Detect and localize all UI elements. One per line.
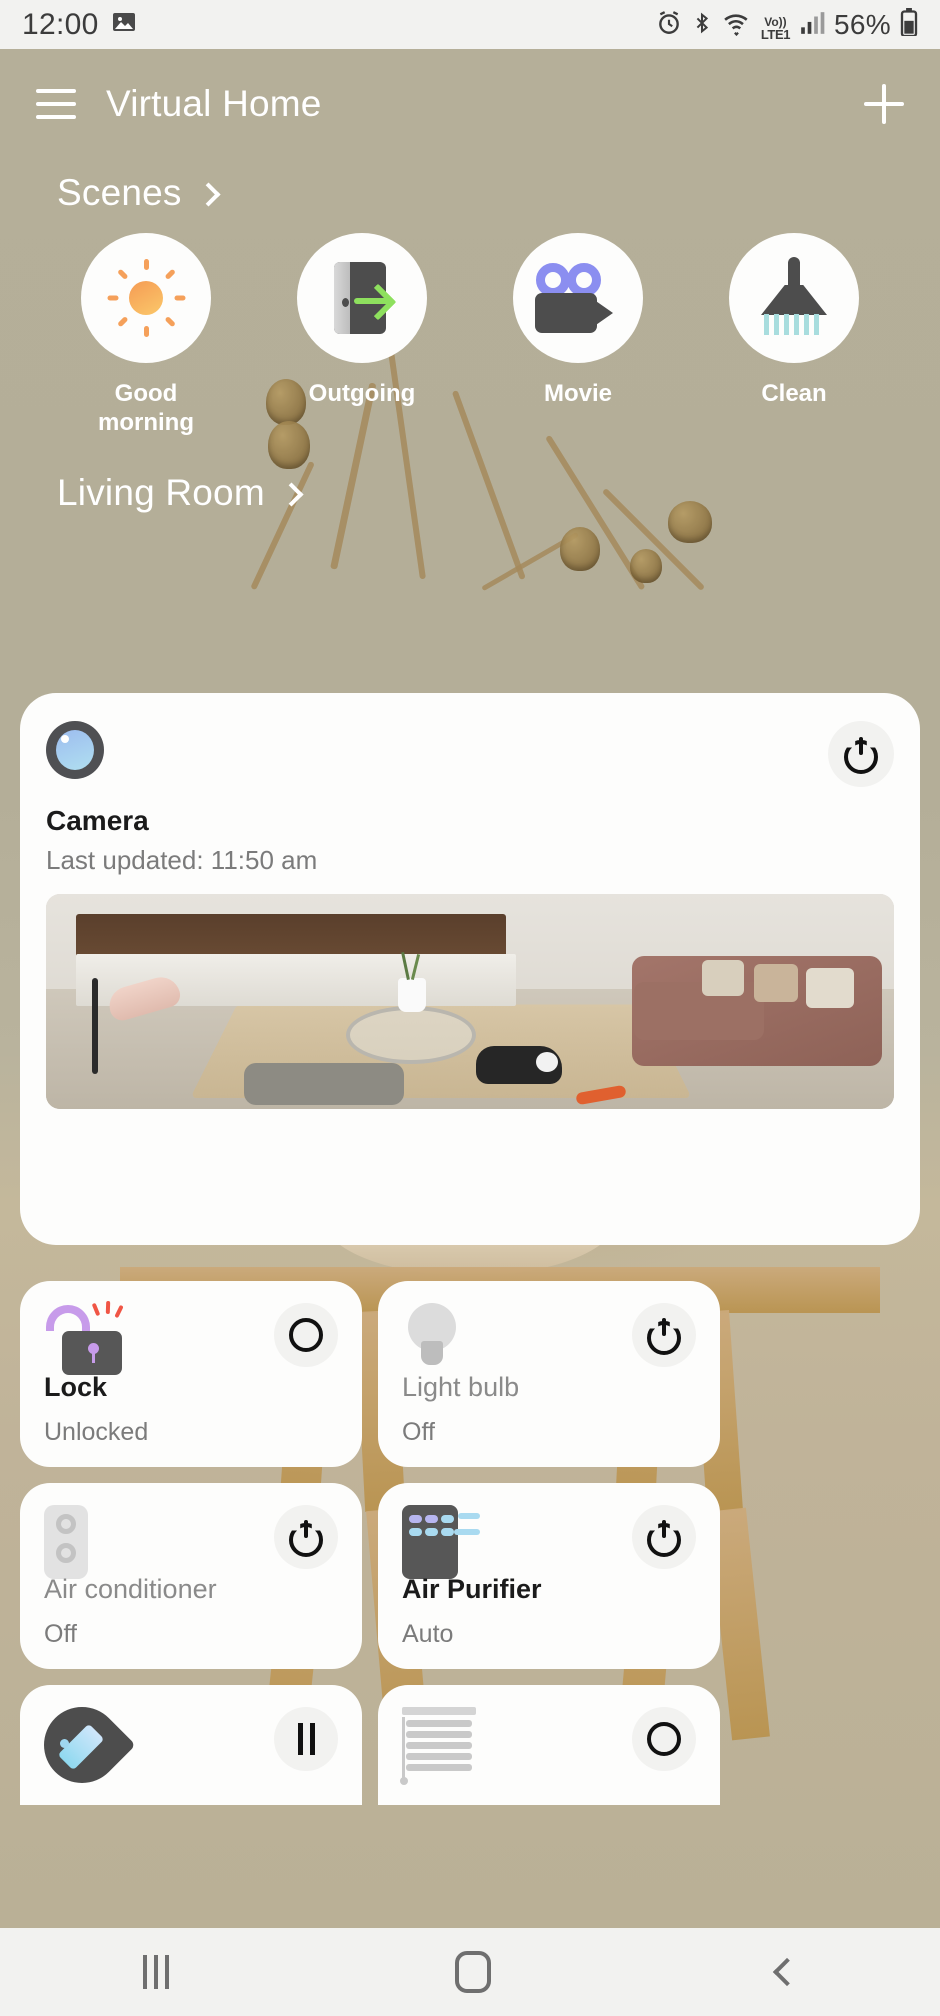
light-bulb-power-toggle[interactable] (632, 1303, 696, 1367)
status-bar-time: 12:00 (22, 7, 99, 41)
scene-label: Good morning (98, 380, 194, 437)
humidifier-pause-button[interactable] (274, 1707, 338, 1771)
air-conditioner-icon (44, 1505, 88, 1579)
scene-icon-wrap (513, 233, 643, 363)
battery-icon (900, 8, 918, 41)
scene-outgoing[interactable]: Outgoing (254, 233, 470, 438)
device-name: Air Purifier (402, 1574, 542, 1604)
room-label: Living Room (57, 472, 265, 513)
device-state: Unlocked (44, 1418, 149, 1446)
camera-name: Camera (46, 805, 149, 836)
camera-power-toggle[interactable] (828, 721, 894, 787)
android-nav-bar (0, 1928, 940, 2016)
bluetooth-icon (691, 10, 713, 41)
signal-bars-icon (799, 10, 825, 41)
device-card-blinds[interactable] (378, 1685, 720, 1805)
device-card-light-bulb[interactable]: Light bulb Off (378, 1281, 720, 1467)
scene-label: Movie (543, 380, 612, 407)
blinds-toggle-button[interactable] (632, 1707, 696, 1771)
device-name: Lock (44, 1372, 108, 1402)
page-title: Virtual Home (106, 83, 322, 124)
scene-clean[interactable]: Clean (686, 233, 902, 438)
device-row: Lock Unlocked Light bulb Off (20, 1281, 920, 1467)
device-state: Off (402, 1418, 435, 1446)
circle-icon (647, 1722, 681, 1756)
chevron-right-icon (279, 481, 304, 507)
camera-lens-icon (46, 721, 104, 779)
power-icon (647, 1318, 681, 1355)
pause-icon (297, 1723, 315, 1755)
camera-card-header (46, 721, 894, 787)
chevron-right-icon (196, 181, 221, 207)
camera-card[interactable]: Camera Last updated: 11:50 am (20, 693, 920, 1245)
movie-camera-icon (535, 263, 621, 333)
power-icon (289, 1520, 323, 1557)
image-icon (111, 10, 137, 39)
device-card-air-conditioner[interactable]: Air conditioner Off (20, 1483, 362, 1669)
door-exit-icon (324, 262, 400, 334)
status-bar: 12:00 Vo)) LTE1 56% (0, 0, 940, 49)
air-purifier-power-toggle[interactable] (632, 1505, 696, 1569)
scene-good-morning[interactable]: Good morning (38, 233, 254, 438)
device-name: Light bulb (402, 1372, 520, 1402)
circle-icon (289, 1318, 323, 1352)
device-row-partial (20, 1685, 920, 1805)
device-card-air-purifier[interactable]: Air Purifier Auto (378, 1483, 720, 1669)
room-section-header[interactable]: Living Room (57, 472, 304, 514)
battery-percent: 56% (834, 9, 891, 40)
light-bulb-icon (402, 1303, 462, 1373)
device-grid: Lock Unlocked Light bulb Off Air conditi… (20, 1281, 920, 1821)
camera-feed-image[interactable] (46, 894, 894, 1109)
air-purifier-icon (402, 1505, 480, 1579)
power-icon (844, 737, 878, 774)
power-icon (647, 1520, 681, 1557)
scene-icon-wrap (297, 233, 427, 363)
scene-label: Clean (761, 380, 827, 407)
phone-screen: 12:00 Vo)) LTE1 56% Virtual Home Scenes … (0, 0, 940, 2016)
scenes-list: Good morning Outgoing Movie Clean (0, 233, 940, 438)
humidifier-droplet-icon (28, 1691, 136, 1799)
alarm-icon (656, 10, 682, 41)
recents-icon[interactable] (143, 1955, 169, 1989)
hamburger-menu-icon[interactable] (36, 89, 76, 119)
broom-icon (758, 257, 830, 339)
wifi-icon (722, 10, 752, 41)
scene-icon-wrap (81, 233, 211, 363)
back-icon[interactable] (772, 1957, 802, 1987)
air-conditioner-power-toggle[interactable] (274, 1505, 338, 1569)
home-icon[interactable] (455, 1951, 491, 1993)
app-header: Virtual Home (0, 49, 940, 159)
scene-movie[interactable]: Movie (470, 233, 686, 438)
volte-indicator: Vo)) LTE1 (760, 15, 791, 42)
scene-icon-wrap (729, 233, 859, 363)
lock-toggle-button[interactable] (274, 1303, 338, 1367)
add-device-button[interactable] (864, 84, 904, 124)
device-card-lock[interactable]: Lock Unlocked (20, 1281, 362, 1467)
camera-last-updated: Last updated: 11:50 am (46, 845, 318, 875)
unlocked-padlock-icon (44, 1300, 124, 1375)
device-state: Auto (402, 1620, 454, 1648)
device-row: Air conditioner Off Air Purifier Auto (20, 1483, 920, 1669)
scenes-section-header[interactable]: Scenes (57, 172, 221, 214)
scenes-label: Scenes (57, 172, 182, 213)
device-state: Off (44, 1620, 77, 1648)
sun-icon (107, 259, 186, 337)
scene-label: Outgoing (308, 380, 416, 407)
window-blinds-icon (400, 1707, 476, 1785)
device-name: Air conditioner (44, 1574, 217, 1604)
device-card-humidifier[interactable] (20, 1685, 362, 1805)
